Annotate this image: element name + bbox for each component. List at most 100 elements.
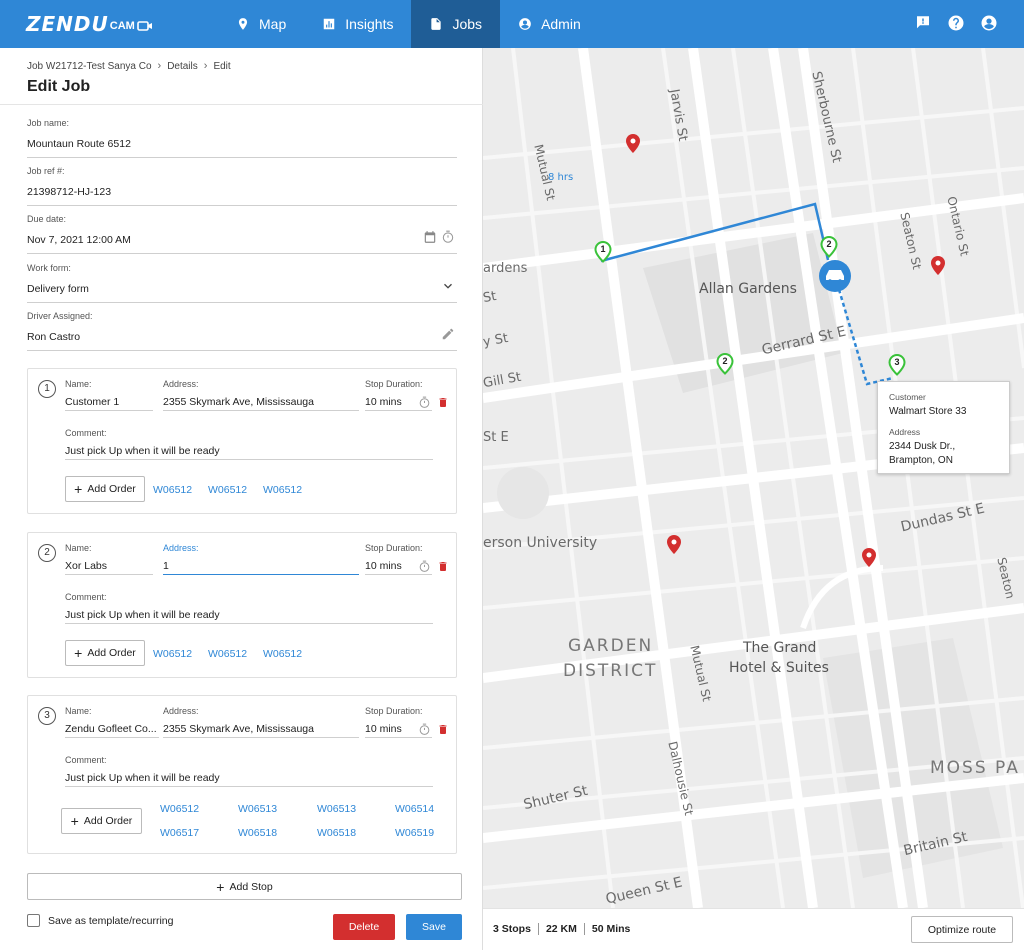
checkbox-icon[interactable] (27, 914, 40, 927)
order-link[interactable]: W06512 (263, 648, 302, 660)
work-form-select[interactable]: Work form: Delivery form (27, 263, 457, 303)
street-label: St E (483, 430, 509, 445)
help-icon[interactable] (947, 14, 965, 32)
add-order-button[interactable]: + Add Order (65, 640, 145, 666)
add-stop-button[interactable]: + Add Stop (27, 873, 462, 900)
pencil-icon[interactable] (441, 327, 455, 341)
due-date-value[interactable]: Nov 7, 2021 12:00 AM (27, 234, 131, 246)
stop-comment-field[interactable]: Comment: Just pick Up when it will be re… (65, 592, 433, 624)
stop-address-value[interactable]: 2355 Skymark Ave, Mississauga (163, 396, 359, 408)
order-link[interactable]: W06512 (153, 648, 192, 660)
save-button[interactable]: Save (406, 914, 462, 940)
street-label: ardens (483, 261, 528, 276)
order-link[interactable]: W06512 (153, 484, 192, 496)
customer-value: Walmart Store 33 (889, 406, 967, 417)
location-pin-icon[interactable] (667, 535, 681, 554)
stop-name-value[interactable]: Xor Labs (65, 560, 153, 572)
zenducam-logo[interactable]: ZENDU CAM (26, 12, 153, 36)
stop-comment-value[interactable]: Just pick Up when it will be ready (65, 772, 433, 784)
delete-stop-icon[interactable] (437, 723, 449, 736)
stop-comment-label: Comment: (65, 592, 107, 602)
breadcrumb-details[interactable]: Details (167, 61, 198, 72)
timer-icon[interactable] (418, 560, 431, 573)
delete-button[interactable]: Delete (333, 914, 395, 940)
stop-name-label: Name: (65, 543, 92, 553)
driver-field[interactable]: Driver Assigned: Ron Castro (27, 311, 457, 351)
order-link[interactable]: W06514 (395, 803, 434, 815)
stop-comment-value[interactable]: Just pick Up when it will be ready (65, 609, 433, 621)
stop-comment-field[interactable]: Comment: Just pick Up when it will be re… (65, 755, 433, 787)
nav-insights-label: Insights (345, 16, 394, 32)
order-link[interactable]: W06518 (238, 827, 277, 839)
optimize-route-button[interactable]: Optimize route (911, 916, 1013, 943)
location-pin-icon[interactable] (626, 134, 640, 153)
work-form-value[interactable]: Delivery form (27, 283, 89, 295)
stop-name-value[interactable]: Customer 1 (65, 396, 153, 408)
timer-icon[interactable] (418, 396, 431, 409)
order-link[interactable]: W06513 (238, 803, 277, 815)
stop-marker-3-icon[interactable]: 3 (888, 353, 906, 376)
breadcrumb: Job W21712-Test Sanya Co › Details › Edi… (27, 60, 231, 72)
stop-comment-field[interactable]: Comment: Just pick Up when it will be re… (65, 428, 433, 460)
job-name-value[interactable]: Mountaun Route 6512 (27, 138, 131, 150)
stop-name-field[interactable]: Name: Zendu Gofleet Co... (65, 706, 159, 738)
district-label: DISTRICT (563, 661, 658, 681)
stop-info-popup[interactable]: Customer Walmart Store 33 Address 2344 D… (877, 381, 1010, 474)
job-ref-field[interactable]: Job ref #: 21398712-HJ-123 (27, 166, 457, 206)
nav-admin[interactable]: Admin (500, 0, 599, 48)
job-ref-value[interactable]: 21398712-HJ-123 (27, 186, 111, 198)
nav-admin-label: Admin (541, 16, 581, 32)
route-map[interactable]: 1 2 2 3 Jarvis St Sherbourne St Mutual S… (483, 48, 1024, 908)
timer-icon[interactable] (441, 230, 455, 244)
stop-comment-value[interactable]: Just pick Up when it will be ready (65, 445, 433, 457)
announcement-flag-icon[interactable] (914, 14, 932, 32)
order-link[interactable]: W06512 (263, 484, 302, 496)
account-icon[interactable] (980, 14, 998, 32)
document-icon (431, 18, 442, 30)
order-link[interactable]: W06518 (317, 827, 356, 839)
stop-address-value[interactable]: 2355 Skymark Ave, Mississauga (163, 723, 359, 735)
order-link[interactable]: W06512 (208, 484, 247, 496)
chevron-right-icon: › (157, 60, 162, 72)
bar-chart-icon (323, 18, 335, 30)
nav-jobs[interactable]: Jobs (411, 0, 501, 48)
stop-address-value[interactable]: 1 (163, 560, 359, 572)
chevron-down-icon[interactable] (441, 279, 455, 293)
stop-comment-label: Comment: (65, 428, 107, 438)
divider (0, 104, 483, 105)
stop-name-value[interactable]: Zendu Gofleet Co... (65, 723, 159, 735)
order-link[interactable]: W06517 (160, 827, 199, 839)
timer-icon[interactable] (418, 723, 431, 736)
stop-card-1: 1 Name: Customer 1 Address: 2355 Skymark… (27, 368, 457, 514)
calendar-icon[interactable] (423, 230, 437, 244)
vehicle-car-icon[interactable] (819, 260, 851, 292)
order-link[interactable]: W06512 (208, 648, 247, 660)
add-order-label: Add Order (87, 647, 136, 659)
plus-icon: + (70, 813, 79, 829)
due-date-field[interactable]: Due date: Nov 7, 2021 12:00 AM (27, 214, 457, 254)
save-template-checkbox[interactable]: Save as template/recurring (27, 914, 173, 927)
driver-value[interactable]: Ron Castro (27, 331, 80, 343)
delete-stop-icon[interactable] (437, 560, 449, 573)
stop-name-field[interactable]: Name: Xor Labs (65, 543, 153, 575)
district-label: GARDEN (568, 636, 654, 656)
add-order-label: Add Order (87, 483, 136, 495)
stop-comment-label: Comment: (65, 755, 107, 765)
map-pin-icon (238, 18, 248, 30)
address-label: Address (889, 427, 921, 437)
nav-insights[interactable]: Insights (304, 0, 411, 48)
order-link[interactable]: W06519 (395, 827, 434, 839)
add-order-button[interactable]: + Add Order (65, 476, 145, 502)
order-link[interactable]: W06512 (160, 803, 199, 815)
top-navigation-bar: ZENDU CAM Map Insights Jobs Admin (0, 0, 1024, 48)
order-link[interactable]: W06513 (317, 803, 356, 815)
delete-stop-icon[interactable] (437, 396, 449, 409)
nav-map[interactable]: Map (218, 0, 304, 48)
add-order-button[interactable]: + Add Order (61, 808, 142, 834)
stop-address-field[interactable]: Address: 2355 Skymark Ave, Mississauga (163, 379, 359, 411)
breadcrumb-job[interactable]: Job W21712-Test Sanya Co (27, 61, 152, 72)
stop-address-field[interactable]: Address: 1 (163, 543, 359, 575)
job-name-field[interactable]: Job name: Mountaun Route 6512 (27, 118, 457, 158)
stop-name-field[interactable]: Name: Customer 1 (65, 379, 153, 411)
stop-address-field[interactable]: Address: 2355 Skymark Ave, Mississauga (163, 706, 359, 738)
